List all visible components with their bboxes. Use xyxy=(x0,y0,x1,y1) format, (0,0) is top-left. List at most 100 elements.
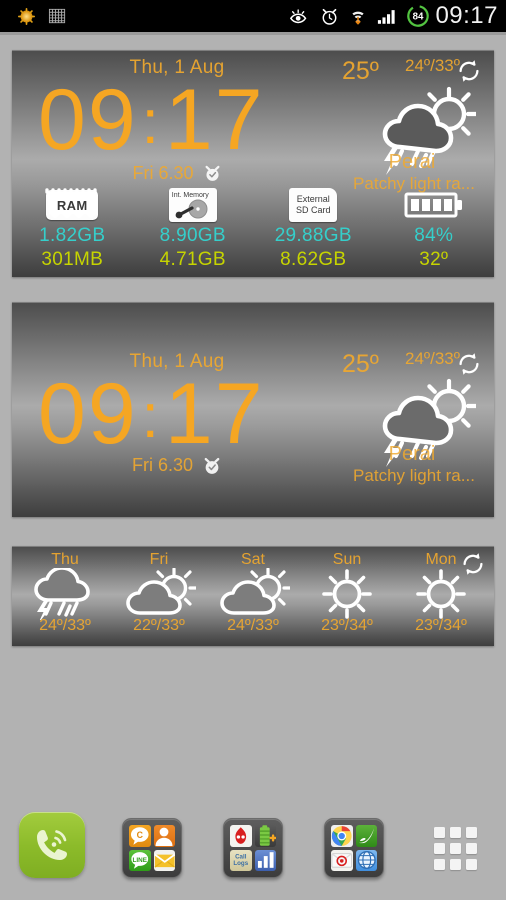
system-info-ram[interactable]: RAM 1.82GB 301MB xyxy=(12,187,133,271)
sd-card-free: 29.88GB xyxy=(274,225,352,246)
alarm-clock-icon xyxy=(204,457,220,474)
apps-grid-cell xyxy=(434,827,445,838)
apps-grid-cell xyxy=(466,859,477,870)
phone-handset-shape xyxy=(37,830,67,860)
internal-disk-icon: Int. Memory xyxy=(168,187,217,223)
rain-cloud-shape xyxy=(34,568,90,620)
forecast-day-fri[interactable]: Fri 22º/33º xyxy=(112,551,206,644)
system-info-row: RAM 1.82GB 301MB Int. Memory 8.90GB 4.71… xyxy=(12,187,494,271)
call-logs-icon: Call Logs xyxy=(230,849,252,871)
status-bar-left-icons xyxy=(18,7,67,26)
internal-memory-used: 4.71GB xyxy=(159,249,226,270)
status-bar[interactable]: 84 09:17 xyxy=(0,0,506,32)
apps-grid-cell xyxy=(450,827,461,838)
sd-card-icon: External SD Card xyxy=(289,187,338,223)
web-globe-icon xyxy=(355,849,377,871)
widget-top-location: Perai xyxy=(388,151,436,173)
forecast-day-temps: 24º/33º xyxy=(39,617,91,634)
status-bar-divider xyxy=(0,32,506,35)
browsers-folder-icon xyxy=(324,818,384,878)
ram-free: 1.82GB xyxy=(39,225,106,246)
apps-grid-cell xyxy=(434,859,445,870)
forecast-refresh-button[interactable] xyxy=(460,551,486,582)
system-info-battery[interactable]: 84% 32º xyxy=(374,187,495,271)
apps-grid-cell xyxy=(434,843,445,854)
widget-clock-condition: Patchy light ra... xyxy=(353,466,475,485)
widget-clock-location: Perai xyxy=(388,443,436,465)
forecast-day-name: Mon xyxy=(425,551,457,568)
widget-clock-alarm-text: Fri 6.30 xyxy=(131,455,194,475)
dock: C LINE Call Logs xyxy=(0,790,506,900)
stats-bar-chart-icon xyxy=(254,849,276,871)
internal-memory-free: 8.90GB xyxy=(159,225,226,246)
wifi-icon xyxy=(352,11,365,25)
sun-shape xyxy=(322,569,372,619)
widget-top-alarm-text: Fri 6.30 xyxy=(132,163,194,183)
battery-temperature: 32º xyxy=(419,249,449,270)
widget-clock-minutes: 17 xyxy=(164,366,265,462)
dock-item-app-drawer[interactable] xyxy=(434,827,477,870)
communication-folder-icon: C LINE xyxy=(122,818,182,878)
grid-app-icon xyxy=(48,8,66,23)
forecast-widget[interactable]: Thu 24º/33º Fri 22º/33º Sat 24º/33º Sun … xyxy=(12,546,494,646)
cloud-sun-icon xyxy=(122,568,196,620)
dock-item-communication-folder[interactable]: C LINE xyxy=(122,818,182,878)
ram-used: 301MB xyxy=(41,249,104,270)
cloud-sun-shape xyxy=(220,568,290,615)
ram-chip-label: RAM xyxy=(56,197,88,213)
forecast-day-temps: 23º/34º xyxy=(321,617,373,634)
widget-clock-colon: : xyxy=(141,382,161,451)
antutu-icon xyxy=(230,825,252,847)
apps-grid-cell xyxy=(466,827,477,838)
cloud-sun-shape xyxy=(126,568,196,615)
refresh-icon xyxy=(463,553,483,575)
phone-handset-icon xyxy=(19,812,85,878)
tools-folder-icon: Call Logs xyxy=(223,818,283,878)
sd-card-chip-label: External SD Card xyxy=(289,188,338,222)
clock-weather-system-widget[interactable]: Thu, 1 Aug 09:17 Fri 6.30 25º 24º/33º Pe… xyxy=(12,50,494,277)
forecast-day-thu[interactable]: Thu 24º/33º xyxy=(18,551,112,644)
widget-top-high-low: 24º/33º xyxy=(405,56,460,75)
smart-stay-eye-icon xyxy=(290,8,307,23)
widget-top-minutes: 17 xyxy=(164,72,265,168)
svg-text:LINE: LINE xyxy=(133,857,147,864)
forecast-day-temps: 22º/33º xyxy=(133,617,185,634)
widget-clock-high-low: 24º/33º xyxy=(405,349,460,368)
forecast-days: Thu 24º/33º Fri 22º/33º Sat 24º/33º Sun … xyxy=(12,547,494,646)
cloud-sun-icon xyxy=(216,568,290,620)
battery-percent: 84% xyxy=(414,225,454,246)
chrome-icon xyxy=(331,825,353,847)
dock-item-phone[interactable] xyxy=(19,812,85,878)
battery-plus-icon xyxy=(254,825,276,847)
widget-top-clock[interactable]: 09:17 xyxy=(38,77,265,163)
apps-grid-cell xyxy=(450,843,461,854)
forecast-day-sun[interactable]: Sun 23º/34º xyxy=(300,551,394,644)
forecast-day-name: Thu xyxy=(51,551,79,568)
forecast-day-name: Sat xyxy=(240,551,265,568)
sun-icon xyxy=(316,568,378,620)
apps-grid-cell xyxy=(466,843,477,854)
system-info-sd-card[interactable]: External SD Card 29.88GB 8.62GB xyxy=(253,187,374,271)
dock-item-tools-folder[interactable]: Call Logs xyxy=(223,818,283,878)
widget-clock-time[interactable]: 09:17 xyxy=(38,371,265,457)
alarm-clock-icon xyxy=(205,165,220,181)
status-bar-clock: 09:17 xyxy=(435,2,498,29)
ram-chip-icon: RAM xyxy=(45,187,99,223)
dock-item-browsers-folder[interactable] xyxy=(324,818,384,878)
widget-clock-hours: 09 xyxy=(38,366,138,462)
clock-weather-widget[interactable]: Thu, 1 Aug 09:17 Fri 6.30 25º 24º/33º Pe… xyxy=(12,302,494,517)
system-info-internal-memory[interactable]: Int. Memory 8.90GB 4.71GB xyxy=(133,187,254,271)
kakaotalk-icon: C xyxy=(129,825,151,847)
contacts-icon xyxy=(153,825,175,847)
forecast-day-name: Sun xyxy=(332,551,362,568)
svg-text:Logs: Logs xyxy=(233,860,248,867)
widget-top-alarm[interactable]: Fri 6.30 xyxy=(12,163,342,184)
status-bar-right-icons: 84 xyxy=(289,4,430,28)
rain-cloud-icon xyxy=(28,568,102,620)
forecast-day-sat[interactable]: Sat 24º/33º xyxy=(206,551,300,644)
mail-target-icon xyxy=(331,849,353,871)
dolphin-browser-icon xyxy=(355,825,377,847)
brightness-sun-icon xyxy=(18,7,35,25)
apps-grid-icon xyxy=(434,827,477,870)
widget-clock-alarm[interactable]: Fri 6.30 xyxy=(12,455,342,476)
